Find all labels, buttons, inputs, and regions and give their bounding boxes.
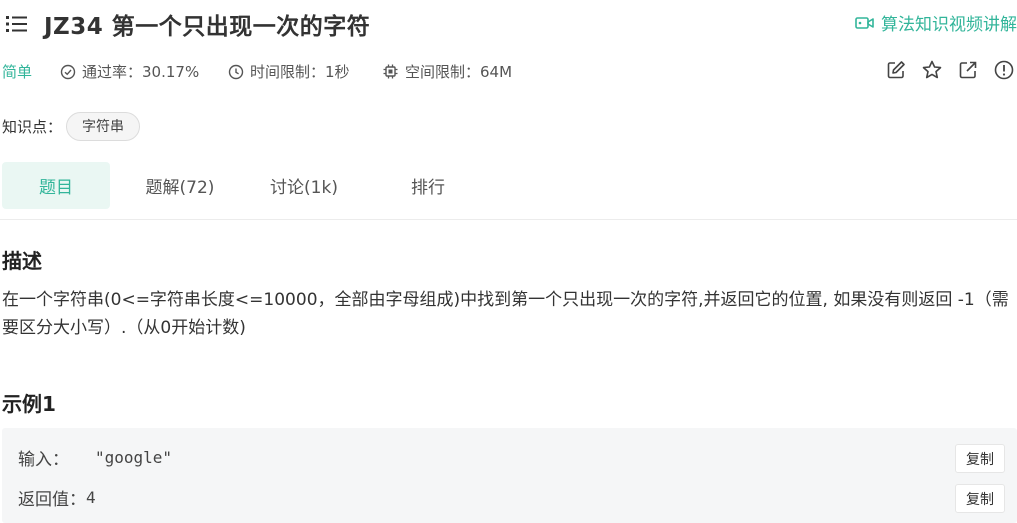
- input-value: "google": [95, 448, 173, 467]
- copy-output-button[interactable]: 复制: [955, 484, 1005, 513]
- space-limit-text: 空间限制：64M: [405, 63, 513, 81]
- description-text: 在一个字符串(0<=字符串长度<=10000，全部由字母组成)中找到第一个只出现…: [2, 290, 1009, 338]
- video-explanation-link[interactable]: 算法知识视频讲解: [855, 10, 1017, 35]
- output-label: 返回值：: [18, 490, 86, 510]
- time-limit: 时间限制：1秒: [228, 61, 350, 82]
- tag-string[interactable]: 字符串: [66, 111, 141, 141]
- pass-rate-text: 通过率：30.17%: [82, 63, 200, 81]
- problem-tabs: 题目 题解(72) 讨论(1k) 排行: [0, 162, 1017, 220]
- example-input: 输入： "google": [18, 445, 172, 470]
- example-heading: 示例1: [2, 392, 56, 416]
- title-bar: JZ34 第一个只出现一次的字符 算法知识视频讲解: [0, 0, 1017, 46]
- difficulty-badge: 简单: [2, 63, 33, 81]
- check-circle-icon: [60, 64, 76, 79]
- time-limit-text: 时间限制：1秒: [250, 63, 350, 81]
- space-limit: 空间限制：64M: [382, 61, 512, 82]
- copy-input-button[interactable]: 复制: [955, 444, 1005, 473]
- input-label: 输入：: [18, 450, 69, 470]
- tab-discussion[interactable]: 讨论(1k): [250, 162, 358, 209]
- chip-icon: [383, 64, 398, 79]
- report-icon[interactable]: [993, 59, 1015, 81]
- tab-ranking[interactable]: 排行: [374, 162, 482, 209]
- tab-problem[interactable]: 题目: [2, 162, 110, 209]
- menu-list-icon[interactable]: [6, 15, 28, 33]
- clock-icon: [228, 64, 244, 79]
- star-icon[interactable]: [921, 59, 943, 81]
- knowledge-points: 知识点： 字符串: [0, 111, 141, 141]
- pass-rate: 通过率：30.17%: [60, 61, 199, 82]
- example-box: 输入： "google" 复制 返回值： 4 复制: [2, 428, 1017, 523]
- description-heading: 描述: [2, 249, 42, 273]
- problem-title: JZ34 第一个只出现一次的字符: [44, 14, 371, 40]
- edit-icon[interactable]: [885, 59, 907, 81]
- problem-meta: 简单 通过率：30.17% 时间限制：1秒 空间限制：64M: [0, 58, 1017, 84]
- video-camera-icon: [855, 16, 874, 29]
- knowledge-label: 知识点：: [2, 117, 63, 136]
- output-value: 4: [86, 488, 96, 507]
- video-link-label: 算法知识视频讲解: [881, 15, 1017, 35]
- tab-solutions[interactable]: 题解(72): [126, 162, 234, 209]
- example-output: 返回值： 4: [18, 485, 96, 510]
- share-icon[interactable]: [957, 59, 979, 81]
